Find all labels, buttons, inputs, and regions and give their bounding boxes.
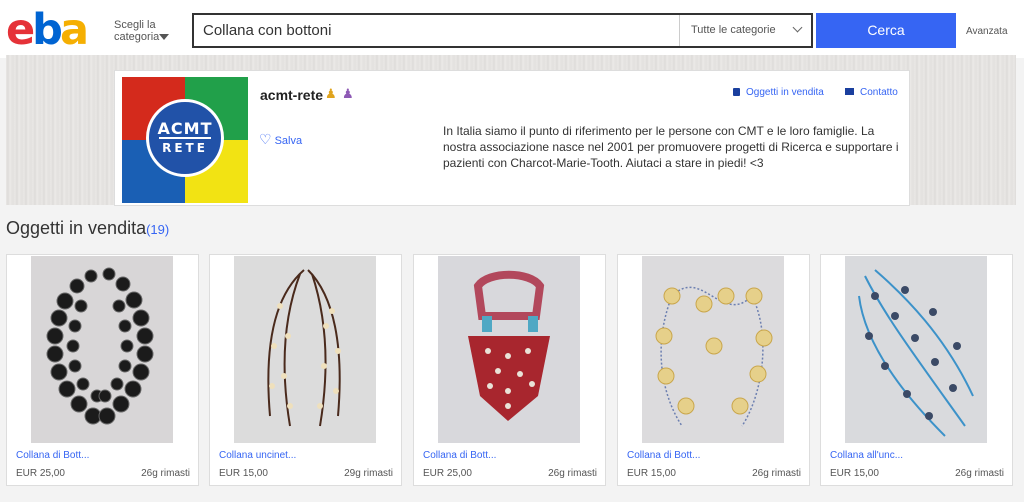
logo-text-rete: RETE [162,141,208,155]
logo-emblem: ACMT RETE [146,99,224,177]
save-store-button[interactable]: ♡ Salva [259,131,302,148]
listing-title[interactable]: Collana di Bott... [423,450,496,461]
logo-letter-e: e [6,5,35,55]
logo-letter-b: b [32,5,63,55]
chevron-down-icon[interactable] [792,22,803,33]
listing-image[interactable] [642,256,784,443]
listing-image[interactable] [438,256,580,443]
header: ebay Scegli la categoria Tutte le catego… [0,0,1024,96]
listing-price: EUR 15,00 [627,468,676,479]
save-label: Salva [274,135,303,147]
store-banner: ACMT RETE acmt-rete ♟ ♟ ♡ Salva In Italia… [6,55,1016,206]
store-logo[interactable]: ACMT RETE [122,77,248,203]
listing-card[interactable]: Collana di Bott... EUR 25,00 26g rimasti [413,254,606,486]
listing-price: EUR 25,00 [16,468,65,479]
section-title: Oggetti in vendita(19) [6,218,169,239]
listing-image[interactable] [234,256,376,443]
section-title-text: Oggetti in vendita [6,218,147,238]
seller-badge-icon: ♟ [325,86,337,101]
advanced-search-link[interactable]: Avanzata [966,26,1008,37]
listing-title[interactable]: Collana all'unc... [830,450,903,461]
logo-letter-a: a [59,5,89,55]
listing-price: EUR 25,00 [423,468,472,479]
listing-time-left: 26g rimasti [548,468,597,479]
store-name[interactable]: acmt-rete [260,87,323,103]
mail-icon [845,88,854,95]
search-button[interactable]: Cerca [816,13,956,48]
bag-icon [733,88,740,96]
listing-card[interactable]: Collana di Bott... EUR 25,00 26g rimasti [6,254,199,486]
search-input[interactable] [194,15,679,46]
listing-time-left: 26g rimasti [141,468,190,479]
caret-down-icon[interactable] [159,34,169,40]
contact-link[interactable]: Contatto [845,87,898,98]
item-count-link[interactable]: (19) [146,222,169,237]
listing-price: EUR 15,00 [830,468,879,479]
listing-title[interactable]: Collana di Bott... [627,450,700,461]
listing-title[interactable]: Collana uncinet... [219,450,296,461]
listing-time-left: 29g rimasti [344,468,393,479]
listing-image[interactable] [845,256,987,443]
search-category-select[interactable]: Tutte le categorie [691,24,776,36]
store-description: In Italia siamo il punto di riferimento … [443,124,899,170]
listing-image[interactable] [31,256,173,443]
listing-card[interactable]: Collana uncinet... EUR 15,00 29g rimasti [209,254,402,486]
store-card: ACMT RETE acmt-rete ♟ ♟ ♡ Salva In Italia… [114,70,910,206]
listing-time-left: 26g rimasti [955,468,1004,479]
listing-card[interactable]: Collana all'unc... EUR 15,00 26g rimasti [820,254,1013,486]
search-divider [679,15,680,46]
items-for-sale-link[interactable]: Oggetti in vendita [733,87,824,98]
listing-card[interactable]: Collana di Bott... EUR 15,00 26g rimasti [617,254,810,486]
listing-title[interactable]: Collana di Bott... [16,450,89,461]
ebay-logo[interactable]: ebay [6,5,106,96]
listing-price: EUR 15,00 [219,468,268,479]
listing-time-left: 26g rimasti [752,468,801,479]
search-bar: Tutte le categorie [192,13,813,48]
logo-text-acmt: ACMT [157,119,213,138]
charity-badge-icon: ♟ [342,86,354,101]
heart-icon: ♡ [259,131,272,147]
